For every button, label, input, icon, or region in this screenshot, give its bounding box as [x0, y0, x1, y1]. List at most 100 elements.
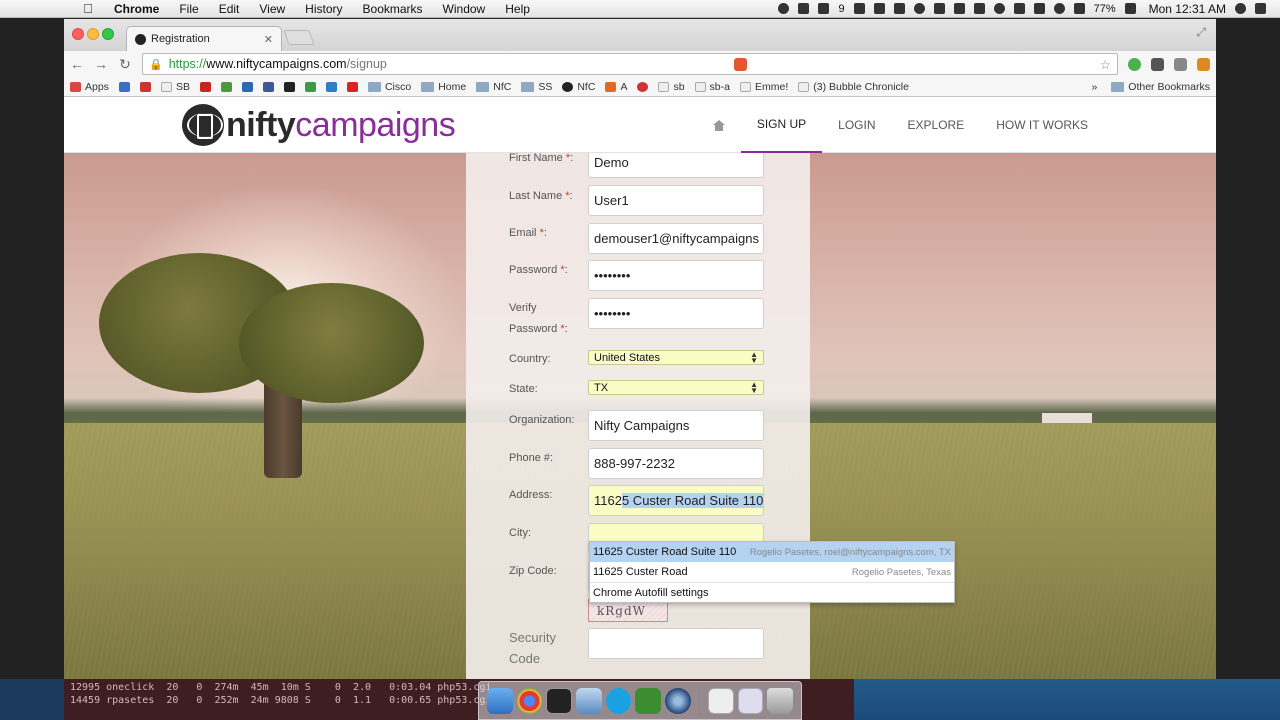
battery-percent[interactable]: 77% [1094, 3, 1116, 15]
bookmark-apps[interactable]: Apps [70, 81, 109, 93]
bookmark-icon[interactable] [118, 81, 130, 92]
document-icon[interactable] [707, 687, 734, 714]
bookmark-sb-a[interactable]: sb-a [694, 81, 730, 93]
bookmark-icon[interactable] [241, 81, 253, 92]
bluetooth-icon[interactable] [1033, 3, 1045, 14]
menu-window[interactable]: Window [443, 2, 486, 16]
youtube-icon[interactable] [346, 81, 358, 92]
apple-menu-icon[interactable]:  [80, 1, 96, 16]
organization-input[interactable]: Nifty Campaigns [588, 410, 764, 441]
status-app-icon[interactable] [798, 3, 810, 14]
bookmark-home[interactable]: Home [421, 81, 466, 93]
status-app-icon[interactable] [873, 3, 885, 14]
menubar-clock[interactable]: Mon 12:31 AM [1149, 2, 1226, 16]
shield-icon[interactable] [953, 3, 965, 14]
status-app-icon[interactable] [893, 3, 905, 14]
menu-app-chrome[interactable]: Chrome [114, 2, 159, 16]
battery-icon[interactable] [1124, 3, 1136, 14]
new-tab-button[interactable] [283, 30, 315, 45]
chrome-menu-icon[interactable] [1197, 57, 1210, 71]
window-icon[interactable] [737, 687, 764, 714]
window-zoom-button[interactable] [102, 28, 114, 40]
verify-password-input[interactable]: •••••••• [588, 298, 764, 329]
bookmark-icon[interactable] [283, 81, 295, 92]
autofill-suggestion[interactable]: 11625 Custer Road Rogelio Pasetes, Texas [590, 562, 954, 582]
nav-explore[interactable]: EXPLORE [892, 97, 981, 153]
status-app-icon[interactable] [1013, 3, 1025, 14]
site-logo[interactable]: nifty campaigns [182, 103, 456, 147]
status-app-icon[interactable] [853, 3, 865, 14]
security-code-input[interactable] [588, 628, 764, 659]
chrome-icon[interactable] [516, 687, 543, 714]
other-bookmarks[interactable]: Other Bookmarks [1128, 81, 1210, 93]
menu-edit[interactable]: Edit [219, 2, 240, 16]
password-input[interactable]: •••••••• [588, 260, 764, 291]
email-input[interactable]: demouser1@niftycampaigns [588, 223, 764, 254]
extension-icon[interactable] [1151, 57, 1164, 71]
bookmark-icon[interactable] [304, 81, 316, 92]
address-bar[interactable]: 🔒 https:// www.niftycampaigns.com /signu… [142, 53, 1118, 75]
extension-icon[interactable] [733, 57, 747, 71]
bookmark-nfc[interactable]: NfC [562, 81, 595, 93]
bookmark-icon[interactable] [637, 81, 649, 92]
country-select[interactable]: United States ▲ ▼ [588, 350, 764, 365]
preview-icon[interactable] [576, 687, 602, 714]
spotlight-search-icon[interactable] [1235, 3, 1246, 14]
bookmark-emme[interactable]: Emme! [739, 81, 788, 93]
time-machine-icon[interactable] [993, 3, 1005, 14]
bookmark-cisco[interactable]: Cisco [367, 81, 411, 93]
address-input[interactable]: 1162 5 Custer Road Suite 110 [588, 485, 764, 516]
evernote-extension-icon[interactable] [1128, 57, 1141, 71]
forward-arrow-icon[interactable]: → [94, 56, 108, 72]
bookmark-sb-page[interactable]: sb [658, 81, 685, 93]
menu-view[interactable]: View [259, 2, 285, 16]
adobe-icon[interactable] [818, 3, 830, 14]
quicktime-icon[interactable] [665, 687, 691, 714]
status-app-icon[interactable] [778, 3, 790, 14]
evernote-icon[interactable] [913, 3, 925, 14]
window-close-button[interactable] [72, 28, 84, 40]
phone-input[interactable]: 888-997-2232 [588, 448, 764, 479]
wifi-icon[interactable] [1053, 3, 1065, 14]
finder-icon[interactable] [487, 687, 513, 714]
menu-help[interactable]: Help [505, 2, 530, 16]
extension-icon[interactable] [1174, 57, 1187, 71]
bookmark-ss[interactable]: SS [521, 81, 552, 93]
menu-file[interactable]: File [179, 2, 198, 16]
bookmarks-more-chevron-icon[interactable]: » [1091, 81, 1097, 93]
bookmark-bubble-chronicle[interactable]: (3) Bubble Chronicle [798, 81, 909, 93]
last-name-input[interactable]: User1 [588, 185, 764, 216]
menu-bookmarks[interactable]: Bookmarks [363, 2, 423, 16]
status-app-icon[interactable] [933, 3, 945, 14]
window-fullscreen-icon[interactable]: ⤢ [1196, 25, 1206, 40]
evernote-icon[interactable] [635, 687, 662, 714]
bookmark-sb[interactable]: SB [160, 81, 190, 93]
secure-lock-icon[interactable]: 🔒 [149, 58, 163, 71]
bookmark-a[interactable]: A [605, 81, 627, 93]
tab-close-icon[interactable]: ✕ [264, 33, 273, 46]
back-arrow-icon[interactable]: ← [70, 56, 84, 72]
bookmark-nfc-folder[interactable]: NfC [476, 81, 511, 93]
terminal-icon[interactable] [546, 687, 573, 714]
menu-history[interactable]: History [305, 2, 342, 16]
reload-icon[interactable]: ↻ [118, 56, 132, 73]
autofill-settings-link[interactable]: Chrome Autofill settings [590, 582, 954, 602]
bookmark-star-icon[interactable]: ☆ [1100, 57, 1111, 72]
state-select[interactable]: TX ▲ ▼ [588, 380, 764, 395]
nav-how-it-works[interactable]: HOW IT WORKS [980, 97, 1104, 153]
nav-login[interactable]: LOGIN [822, 97, 891, 153]
volume-icon[interactable] [1073, 3, 1085, 14]
skype-icon[interactable] [605, 687, 632, 714]
bookmark-icon[interactable] [199, 81, 211, 92]
trash-icon[interactable] [767, 687, 793, 714]
facebook-icon[interactable] [262, 81, 274, 92]
gmail-icon[interactable] [139, 81, 151, 92]
tab-registration[interactable]: Registration ✕ [126, 26, 282, 51]
autofill-suggestion[interactable]: 11625 Custer Road Suite 110 Rogelio Pase… [590, 542, 954, 562]
nav-sign-up[interactable]: SIGN UP [740, 97, 823, 153]
trello-icon[interactable] [325, 81, 337, 92]
drive-icon[interactable] [220, 81, 232, 92]
window-minimize-button[interactable] [87, 28, 99, 40]
nav-home[interactable] [697, 97, 741, 153]
status-app-icon[interactable] [973, 3, 985, 14]
